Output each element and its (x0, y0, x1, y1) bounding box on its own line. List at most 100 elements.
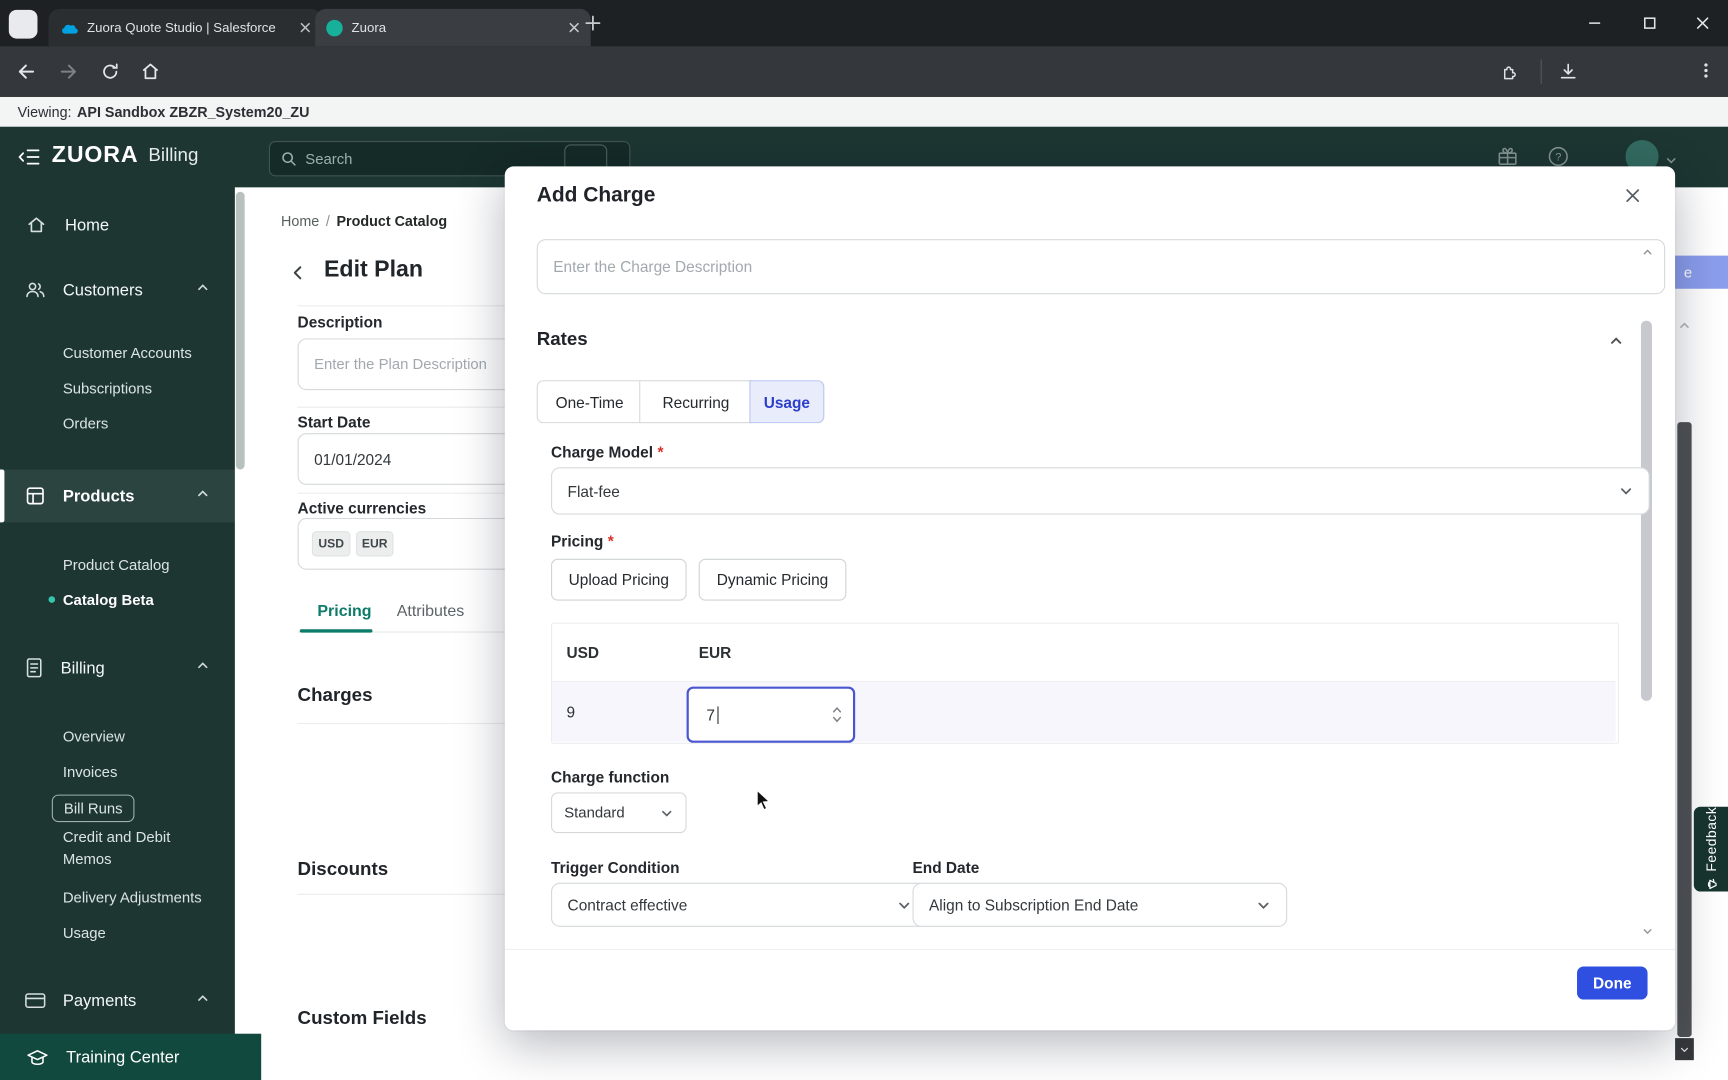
required-asterisk: * (607, 532, 614, 550)
chevron-up-icon (196, 280, 209, 300)
sidebar-item-label: Customers (62, 280, 143, 300)
sidebar-item-credit-debit-memos[interactable]: Credit and Debit Memos (63, 827, 197, 871)
currency-chip-eur[interactable]: EUR (355, 531, 394, 557)
divider (297, 406, 514, 408)
section-discounts: Discounts (297, 858, 389, 880)
window-maximize-button[interactable] (1642, 15, 1657, 36)
new-tab-button[interactable] (584, 14, 602, 37)
modal-footer-divider (504, 948, 1676, 950)
currency-chip-usd[interactable]: USD (311, 531, 351, 557)
modal-scroll-down-icon[interactable] (1642, 922, 1653, 942)
browser-toolbar: apisandbox.zuora.com/platform/apps/catal… (0, 46, 1728, 135)
tab-pricing[interactable]: Pricing (317, 603, 371, 621)
start-date-field[interactable] (297, 433, 547, 485)
trigger-condition-value: Contract effective (567, 895, 688, 914)
trigger-condition-select[interactable]: Contract effective (551, 882, 928, 927)
sidebar-item-usage[interactable]: Usage (0, 915, 298, 950)
active-tab-underline (299, 629, 373, 633)
sidebar-item-customer-accounts[interactable]: Customer Accounts (0, 335, 298, 370)
sidebar-item-delivery-adjustments[interactable]: Delivery Adjustments (0, 879, 298, 914)
browser-tab-salesforce[interactable]: Zuora Quote Studio | Salesforce (48, 8, 322, 47)
sidebar-item-home[interactable]: Home (0, 203, 261, 247)
sidebar-scrollbar-thumb[interactable] (235, 191, 245, 470)
sidebar-item-invoices[interactable]: Invoices (0, 754, 298, 789)
plan-description-field[interactable] (297, 338, 547, 391)
sidebar-item-payments[interactable]: Payments (0, 974, 259, 1027)
charge-function-label: Charge function (551, 768, 670, 786)
sidebar-item-products[interactable]: Products (0, 469, 259, 523)
back-chevron-icon[interactable] (290, 264, 307, 286)
tab-close-icon[interactable] (569, 22, 580, 33)
chevron-up-icon (196, 658, 209, 678)
modal-scroll-up-icon[interactable] (1642, 244, 1653, 264)
close-icon[interactable] (1624, 187, 1641, 209)
pricing-table-row[interactable]: 9 7 (552, 682, 1616, 743)
tab-close-icon[interactable] (300, 22, 311, 33)
pricing-label: Pricing * (551, 532, 614, 550)
charge-type-one-time[interactable]: One-Time (536, 380, 643, 424)
usd-price-value[interactable]: 9 (566, 703, 575, 721)
dynamic-pricing-button[interactable]: Dynamic Pricing (698, 558, 847, 601)
back-icon[interactable] (15, 61, 37, 89)
feedback-label: Feedback (1703, 806, 1719, 872)
charge-description-field[interactable] (536, 239, 1666, 295)
label-text: Charge Model (551, 443, 654, 461)
breadcrumb-home-link[interactable]: Home (281, 213, 319, 230)
home-nav-icon (26, 215, 46, 235)
browser-tab-zuora[interactable]: Zuora (315, 8, 591, 47)
eur-price-input[interactable]: 7 (686, 686, 856, 743)
browser-menu-icon[interactable] (1697, 62, 1715, 85)
end-date-select[interactable]: Align to Subscription End Date (912, 882, 1288, 927)
sidebar-item-label: Catalog Beta (62, 591, 154, 608)
extensions-icon[interactable] (1499, 62, 1519, 87)
sidebar-item-bill-runs[interactable]: Bill Runs (0, 789, 287, 826)
home-icon[interactable] (140, 61, 161, 87)
charge-description-input[interactable] (536, 239, 1666, 295)
done-button[interactable]: Done (1577, 966, 1648, 1000)
page-scroll-down-button[interactable] (1675, 1038, 1694, 1061)
divider (297, 305, 514, 307)
sidebar-item-product-catalog[interactable]: Product Catalog (0, 547, 298, 582)
environment-banner: Viewing: API Sandbox ZBZR_System20_ZU (0, 96, 1728, 128)
label-text: Pricing (551, 532, 604, 550)
selected-bullet (48, 596, 56, 603)
browser-window: Zuora Quote Studio | Salesforce Zuora Vi… (0, 0, 1728, 1080)
browser-logo-icon[interactable] (8, 9, 38, 39)
sidebar-item-orders[interactable]: Orders (0, 406, 298, 441)
sidebar-item-overview[interactable]: Overview (0, 719, 298, 754)
chevron-down-icon (897, 898, 911, 912)
charge-type-usage[interactable]: Usage (749, 380, 825, 424)
sidebar-item-customers[interactable]: Customers (0, 267, 259, 313)
number-stepper[interactable] (832, 706, 842, 723)
chevron-down-icon (1619, 484, 1633, 498)
sidebar-item-billing[interactable]: Billing (0, 641, 259, 694)
training-center-icon (26, 1047, 48, 1066)
window-minimize-button[interactable] (1587, 15, 1602, 36)
forward-icon[interactable] (57, 61, 79, 89)
charge-type-recurring[interactable]: Recurring (639, 380, 753, 424)
sidebar-item-catalog-beta[interactable]: Catalog Beta (0, 582, 298, 617)
reload-icon[interactable] (100, 62, 120, 87)
toolbar-divider (1540, 59, 1542, 84)
salesforce-cloud-icon (60, 20, 79, 34)
section-custom-fields: Custom Fields (297, 1007, 427, 1029)
upload-pricing-button[interactable]: Upload Pricing (551, 558, 687, 601)
downloads-icon[interactable] (1558, 62, 1578, 87)
charge-model-label: Charge Model * (551, 443, 663, 461)
chevron-up-icon (196, 991, 209, 1011)
page-scroll-up-icon[interactable] (1678, 317, 1690, 337)
payments-icon (24, 992, 46, 1010)
end-date-label: End Date (912, 858, 980, 877)
sidebar-item-subscriptions[interactable]: Subscriptions (0, 370, 298, 405)
app-logo[interactable]: ZUORA Billing (52, 142, 199, 168)
sidebar-item-training-center[interactable]: Training Center (0, 1033, 262, 1080)
charge-function-select[interactable]: Standard (551, 792, 687, 834)
window-close-button[interactable] (1695, 15, 1710, 36)
feedback-button[interactable]: Feedback (1693, 806, 1728, 892)
charge-model-select[interactable]: Flat-fee (551, 467, 1650, 515)
page-scrollbar-thumb[interactable] (1677, 422, 1692, 1038)
rates-collapse-chevron-icon[interactable] (1609, 334, 1623, 354)
tab-attributes[interactable]: Attributes (397, 603, 465, 621)
search-placeholder: Search (305, 150, 353, 167)
sidebar-collapse-icon[interactable] (18, 148, 41, 172)
